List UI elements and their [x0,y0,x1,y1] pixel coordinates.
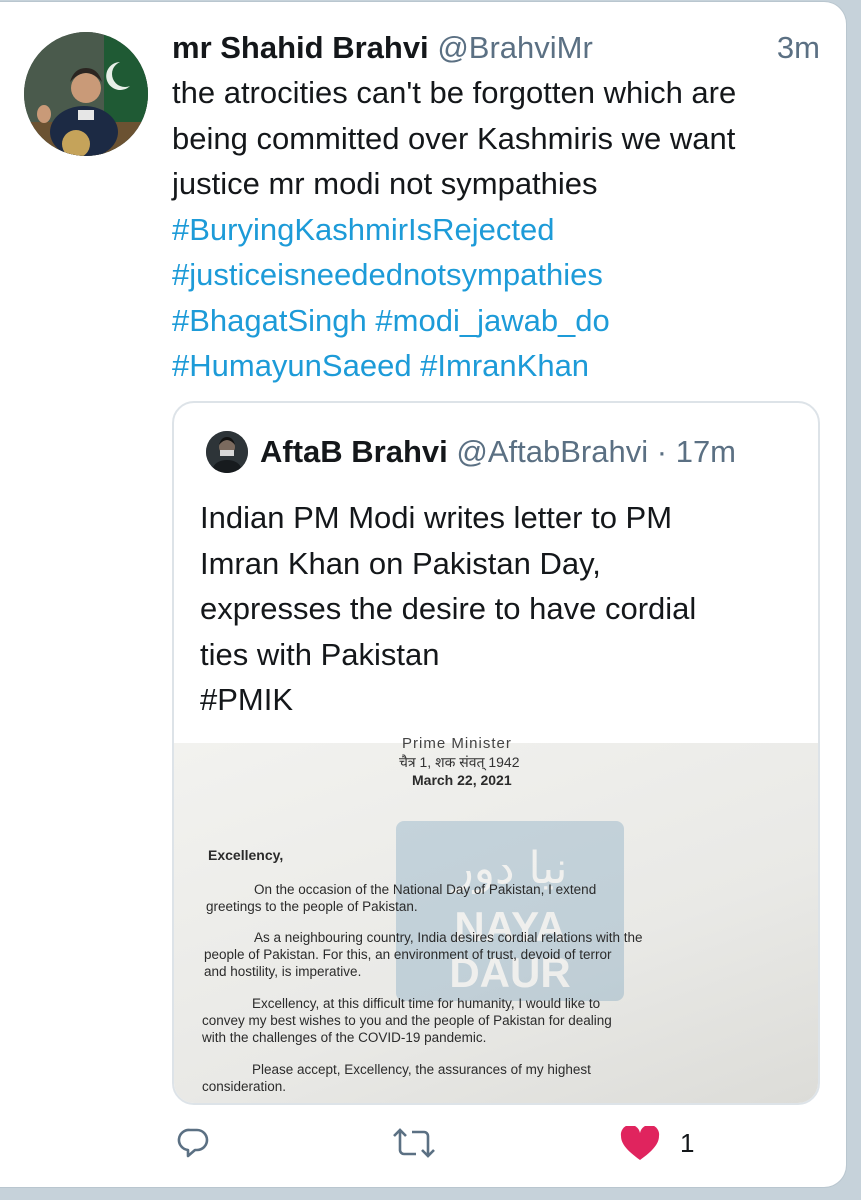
letter-hindi-date: चैत्र 1, शक संवत् 1942 [399,754,520,770]
quoted-text-line: Indian PM Modi writes letter to PM [200,500,673,535]
quoted-text-line: expresses the desire to have cordial [200,591,697,626]
tweet-header: mr Shahid Brahvi @BrahviMr 3m [172,28,820,68]
avatar-image [24,32,148,156]
reply-button[interactable] [176,1126,210,1166]
letter-line: As a neighbouring country, India desires… [254,930,643,945]
quoted-text-line: Imran Khan on Pakistan Day, [200,545,601,581]
letter-line: and hostility, is imperative. [204,964,362,979]
tweet-text-line: being committed over Kashmiris we want [172,120,736,156]
letter-salutation: Excellency, [208,847,284,863]
hashtag-link[interactable]: #justiceisneedednotsympathies [172,252,822,298]
watermark-logo: نیا دور NAYA DAUR [396,821,624,1001]
letter-line: people of Pakistan. For this, an environ… [204,947,612,962]
letter-date: March 22, 2021 [412,772,512,788]
tweet-card[interactable]: mr Shahid Brahvi @BrahviMr 3m the atroci… [0,2,846,1187]
letter-line: greetings to the people of Pakistan. [206,899,418,914]
letter-line: Please accept, Excellency, the assurance… [252,1062,591,1077]
like-button[interactable] [620,1124,660,1166]
quoted-body: Indian PM Modi writes letter to PM Imran… [200,495,800,723]
quoted-avatar-image [206,431,248,473]
hashtag-link[interactable]: #BuryingKashmirIsRejected [172,207,822,253]
heart-icon [620,1124,660,1160]
quoted-timestamp[interactable]: 17m [676,434,736,469]
quoted-tweet[interactable]: AftaB Brahvi @AftabBrahvi · 17m Indian P… [172,401,820,1105]
quoted-hashtag[interactable]: #PMIK [200,677,800,723]
hashtag-link[interactable]: #HumayunSaeed #ImranKhan [172,343,822,389]
tweet-text-line: justice mr modi not sympathies [172,166,598,201]
timestamp[interactable]: 3m [777,28,820,68]
reply-icon [177,1128,209,1158]
quoted-user-handle[interactable]: @AftabBrahvi [456,434,648,469]
quoted-text-line: ties with Pakistan [200,636,440,672]
quoted-header: AftaB Brahvi @AftabBrahvi · 17m [260,431,736,473]
hashtag-link[interactable]: #BhagatSingh #modi_jawab_do [172,298,822,344]
letter-line: with the challenges of the COVID-19 pand… [202,1030,487,1045]
letter-pm-line: Prime Minister [402,735,512,752]
letter-line: consideration. [202,1079,287,1094]
separator-dot: · [656,434,668,469]
quoted-avatar[interactable] [206,431,248,473]
like-count: 1 [680,1128,695,1158]
letter-image[interactable]: نیا دور NAYA DAUR Prime Minister चैत्र 1… [174,735,818,1103]
tweet-body: the atrocities can't be forgotten which … [172,70,822,389]
retweet-button[interactable] [392,1126,436,1166]
tweet-text-line: the atrocities can't be forgotten which … [172,75,737,110]
avatar[interactable] [24,32,148,156]
display-name[interactable]: mr Shahid Brahvi [172,30,429,65]
quoted-display-name[interactable]: AftaB Brahvi [260,434,448,469]
retweet-icon [393,1128,435,1158]
user-handle[interactable]: @BrahviMr [437,30,592,65]
letter-line: Excellency, at this difficult time for h… [252,996,601,1011]
letter-line: convey my best wishes to you and the peo… [202,1013,612,1028]
letter-line: On the occasion of the National Day of P… [254,882,597,897]
